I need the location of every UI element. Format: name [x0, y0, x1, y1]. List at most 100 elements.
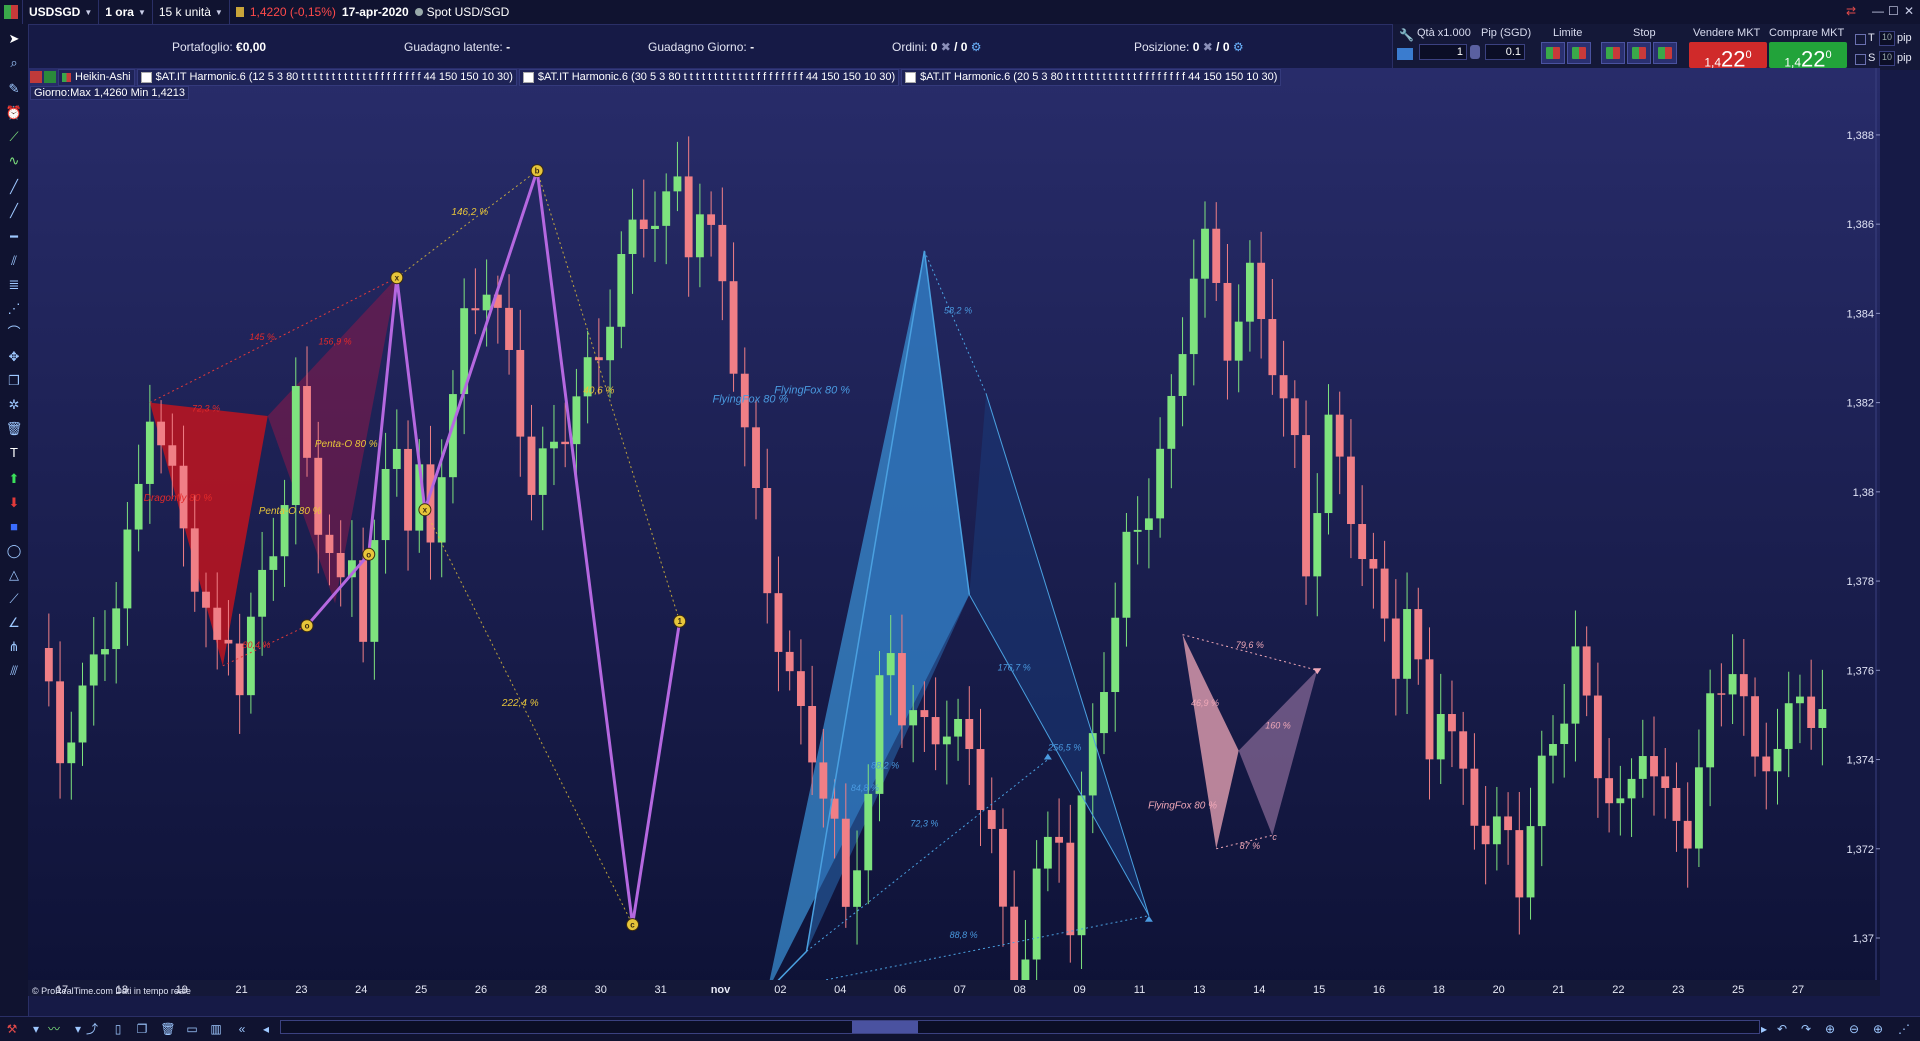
- fan-icon[interactable]: ⋰: [5, 300, 23, 318]
- wrench-icon[interactable]: 🔧: [1399, 28, 1414, 42]
- limit-sell-button[interactable]: [1567, 42, 1591, 64]
- move-icon[interactable]: ✥: [5, 348, 23, 366]
- chart-type-icon[interactable]: 〰: [46, 1021, 62, 1037]
- tools-icon[interactable]: ⚒: [4, 1021, 20, 1037]
- share-icon[interactable]: ⤴: [84, 1021, 100, 1037]
- zoom-icon[interactable]: ⌕: [5, 54, 23, 72]
- candle-body: [123, 529, 132, 609]
- quantity-input[interactable]: [1419, 44, 1467, 60]
- s-checkbox[interactable]: [1855, 54, 1866, 65]
- arrow-up-icon[interactable]: ⬆: [5, 470, 23, 488]
- chevron-down-icon[interactable]: ▾: [28, 1021, 44, 1037]
- pattern-ratio-label: 145 %: [249, 332, 275, 342]
- ray-icon[interactable]: ╱: [5, 202, 23, 220]
- timeframe-selector[interactable]: 1 ora ▼: [99, 0, 153, 24]
- measure-icon[interactable]: ⟋: [5, 590, 23, 608]
- zoom-in-icon[interactable]: ⊕: [1870, 1021, 1886, 1037]
- t-checkbox[interactable]: [1855, 34, 1866, 45]
- chart-scrollbar[interactable]: [280, 1020, 1760, 1034]
- screen-icon[interactable]: ▭: [184, 1021, 200, 1037]
- maximize-icon[interactable]: ☐: [1888, 4, 1899, 18]
- pause-icon[interactable]: [235, 7, 244, 17]
- units-selector[interactable]: 15 k unità ▼: [153, 0, 230, 24]
- angle-icon[interactable]: ∠: [5, 614, 23, 632]
- trash-icon[interactable]: 🗑: [5, 420, 23, 438]
- candle-body: [695, 214, 704, 258]
- candle-body: [134, 483, 143, 530]
- trash-icon[interactable]: 🗑: [160, 1021, 176, 1037]
- position: Posizione: 0 ✖ / 0 ⚙: [1134, 40, 1244, 54]
- time-tick-label: 11: [1134, 984, 1145, 996]
- pencil-icon[interactable]: ✎: [5, 80, 23, 98]
- sell-market-button[interactable]: 1,4220: [1689, 42, 1767, 71]
- redo-icon[interactable]: ↷: [1798, 1021, 1814, 1037]
- legend-heikin-ashi[interactable]: Heikin-Ashi: [58, 68, 135, 86]
- limit-buy-button[interactable]: [1541, 42, 1565, 64]
- trend-line-icon[interactable]: ⟋: [5, 128, 23, 146]
- zoom-reset-icon[interactable]: ⊕: [1822, 1021, 1838, 1037]
- legend-hide-icon[interactable]: [44, 71, 56, 83]
- window-icon[interactable]: ❐: [134, 1021, 150, 1037]
- stop-order-button[interactable]: [1653, 42, 1677, 64]
- legend-harmonic-3[interactable]: $AT.IT Harmonic.6 (20 5 3 80 t t t t t t…: [901, 68, 1282, 86]
- legend-close-icon[interactable]: [30, 71, 42, 83]
- close-icon[interactable]: ✕: [1904, 4, 1914, 18]
- stats-icon[interactable]: ▥: [208, 1021, 224, 1037]
- scrollbar-thumb[interactable]: [852, 1021, 918, 1033]
- layout-icon[interactable]: ▯: [110, 1021, 126, 1037]
- keyboard-icon[interactable]: [1397, 48, 1413, 60]
- stop-buy-button[interactable]: [1601, 42, 1625, 64]
- candle-body: [662, 191, 671, 226]
- alarm-icon[interactable]: ⏰: [5, 104, 23, 122]
- buy-market-button[interactable]: 1,4220: [1769, 42, 1847, 71]
- pattern-ratio-label: 72,3 %: [192, 404, 220, 414]
- candle-body: [505, 307, 513, 350]
- candle-body: [1492, 816, 1501, 845]
- minimize-icon[interactable]: —: [1872, 4, 1884, 18]
- fibonacci-icon[interactable]: ≣: [5, 276, 23, 294]
- line-icon[interactable]: ╱: [5, 178, 23, 196]
- candle-body: [1369, 559, 1378, 569]
- triangle-icon[interactable]: △: [5, 566, 23, 584]
- arrow-down-icon[interactable]: ⬇: [5, 494, 23, 512]
- channel-icon[interactable]: ⫽: [5, 252, 23, 270]
- close-x-icon[interactable]: ✖: [1203, 40, 1213, 54]
- candle-body: [1706, 693, 1715, 768]
- s-pip-input[interactable]: 10: [1879, 51, 1895, 66]
- copy-icon[interactable]: ❐: [5, 372, 23, 390]
- window-controls-icon[interactable]: ⇄: [1846, 4, 1856, 18]
- settings-icon[interactable]: ⚙: [967, 40, 982, 54]
- ellipse-icon[interactable]: ◯: [5, 542, 23, 560]
- settings-icon[interactable]: ⚙: [1230, 40, 1244, 54]
- candle-body: [1627, 778, 1636, 799]
- pointer-icon[interactable]: ➤: [5, 30, 23, 48]
- close-x-icon[interactable]: ✖: [941, 40, 951, 54]
- rewind-icon[interactable]: «: [234, 1021, 250, 1037]
- horizontal-line-icon[interactable]: ━: [5, 228, 23, 246]
- settings-tool-icon[interactable]: ✲: [5, 396, 23, 414]
- legend-harmonic-1[interactable]: $AT.IT Harmonic.6 (12 5 3 80 t t t t t t…: [136, 68, 517, 86]
- scroll-left-icon[interactable]: ◂: [258, 1021, 274, 1037]
- candle-body: [1144, 518, 1153, 530]
- gann-icon[interactable]: ⫻: [5, 662, 23, 680]
- zoom-out-icon[interactable]: ⊖: [1846, 1021, 1862, 1037]
- undo-icon[interactable]: ↶: [1774, 1021, 1790, 1037]
- drawing-toolbar: ➤ ⌕ ✎ ⏰ ⟋ ∿ ╱ ╱ ━ ⫽ ≣ ⋰ ⌒ ✥ ❐ ✲ 🗑 T ⬆ ⬇ …: [0, 24, 29, 1016]
- resize-grip-icon[interactable]: ⋰: [1896, 1021, 1912, 1037]
- stepper-icon[interactable]: [1470, 45, 1480, 59]
- arc-icon[interactable]: ⌒: [5, 324, 23, 342]
- stop-sell-button[interactable]: [1627, 42, 1651, 64]
- symbol-selector[interactable]: USDSGD ▼: [23, 0, 100, 24]
- daily-value: -: [750, 40, 755, 54]
- pitchfork-icon[interactable]: ⋔: [5, 638, 23, 656]
- pip-input[interactable]: [1485, 44, 1525, 60]
- candle-body: [1403, 609, 1411, 679]
- rectangle-icon[interactable]: ■: [5, 518, 23, 536]
- legend-harmonic-2[interactable]: $AT.IT Harmonic.6 (30 5 3 80 t t t t t t…: [518, 68, 900, 86]
- candle-body: [1560, 723, 1569, 745]
- wave-icon[interactable]: ∿: [5, 152, 23, 170]
- t-pip-input[interactable]: 10: [1879, 31, 1895, 46]
- text-icon[interactable]: T: [5, 444, 23, 462]
- price-chart[interactable]: Dragonfly 80 % 145 % 156,9 % 72,3 % 80,4 % Pe…: [28, 68, 1880, 996]
- legend-heikin-ashi-label: Heikin-Ashi: [75, 71, 131, 83]
